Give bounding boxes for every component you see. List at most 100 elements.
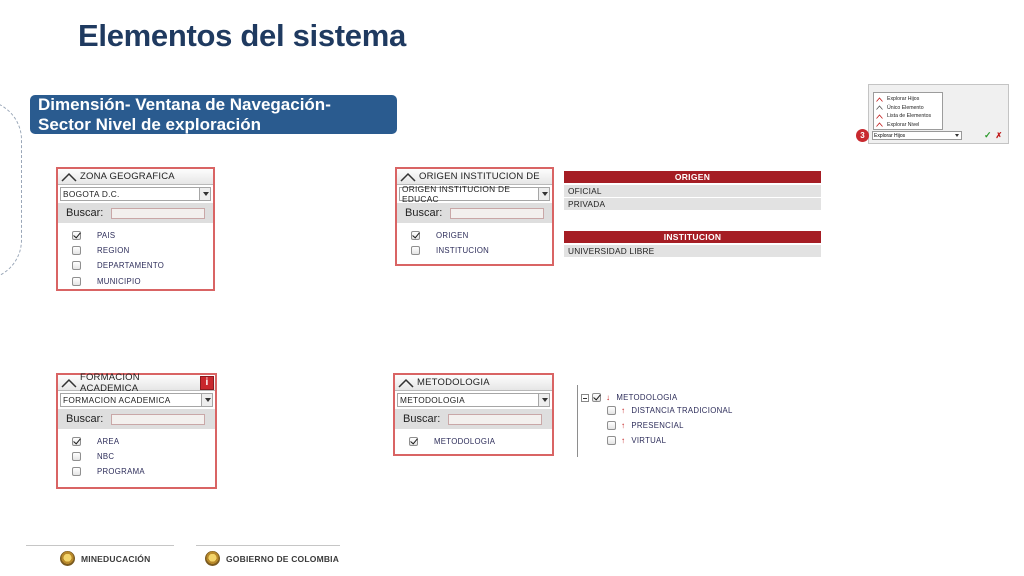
search-input[interactable]: [111, 207, 206, 219]
panel-title: ZONA GEOGRAFICA: [80, 171, 175, 182]
explore-toolbar: 3 Explorar Hijos ✓ ✗: [856, 129, 1008, 142]
checkbox[interactable]: [72, 231, 81, 241]
list-item[interactable]: PAIS: [72, 228, 213, 243]
search-label: Buscar:: [66, 207, 104, 219]
explore-menu-item[interactable]: Explorar Nivel: [876, 121, 942, 130]
panel-title: FORMACION ACADEMICA: [79, 371, 140, 394]
footer-mineducacion: MINEDUCACIÓN: [60, 551, 150, 566]
list-item[interactable]: NBC: [72, 449, 215, 464]
list-item[interactable]: ORIGEN: [411, 228, 552, 243]
info-icon[interactable]: i: [200, 375, 214, 390]
explore-icon[interactable]: [61, 172, 77, 182]
checkbox[interactable]: [411, 231, 420, 241]
checkbox[interactable]: [72, 437, 81, 447]
explore-select[interactable]: Explorar Hijos: [872, 131, 962, 140]
search-input[interactable]: [111, 413, 206, 425]
chevron-down-icon[interactable]: [538, 188, 549, 200]
checkbox[interactable]: [72, 452, 81, 462]
panel-header: ZONA GEOGRAFICA: [58, 169, 213, 185]
institucion-table: INSTITUCION UNIVERSIDAD LIBRE: [564, 231, 821, 258]
search-row: Buscar:: [397, 203, 552, 223]
explore-icon: [876, 105, 883, 110]
panel-title: ORIGEN INSTITUCION DE: [419, 171, 540, 182]
checkbox[interactable]: [607, 436, 616, 445]
arrow-down-icon: ↓: [606, 393, 611, 402]
level-select[interactable]: ORIGEN INSTITUCION DE EDUCAC: [399, 184, 550, 204]
chevron-down-icon[interactable]: [538, 394, 549, 406]
search-row: Buscar:: [395, 409, 552, 429]
confirm-check-icon[interactable]: ✓: [984, 130, 992, 141]
panel-header: FORMACION ACADEMICA i: [58, 371, 215, 394]
panel-formacion-academica: FORMACION ACADEMICA i FORMACION ACADEMIC…: [56, 371, 217, 489]
page-title: Elementos del sistema: [78, 18, 406, 53]
explore-icon: [876, 97, 883, 102]
chevron-down-icon[interactable]: [199, 188, 210, 200]
list-item[interactable]: MUNICIPIO: [72, 274, 213, 289]
table-row[interactable]: OFICIAL: [564, 185, 821, 198]
panel-origen-institucion: ORIGEN INSTITUCION DE ORIGEN INSTITUCION…: [395, 167, 554, 266]
subtitle-line-1: Dimensión- Ventana de Navegación-: [38, 95, 331, 114]
explore-menu: Explorar Hijos Único Elemento Lista de E…: [873, 92, 943, 130]
checkbox[interactable]: [409, 437, 418, 447]
list-item[interactable]: INSTITUCION: [411, 243, 552, 258]
footer-divider: [196, 545, 340, 546]
tree-node[interactable]: ↑ VIRTUAL: [607, 436, 666, 445]
explore-icon[interactable]: [400, 172, 416, 182]
panel-title: METODOLOGIA: [417, 377, 490, 388]
explore-menu-item[interactable]: Explorar Hijos: [876, 95, 942, 104]
explore-icon[interactable]: [61, 378, 77, 388]
level-list: METODOLOGIA: [395, 429, 552, 449]
panel-header: ORIGEN INSTITUCION DE: [397, 169, 552, 185]
chevron-down-icon[interactable]: [201, 394, 212, 406]
list-item[interactable]: PROGRAMA: [72, 464, 215, 479]
level-select[interactable]: METODOLOGIA: [397, 393, 550, 407]
checkbox[interactable]: [592, 393, 601, 402]
explore-icon: [876, 114, 883, 119]
explore-menu-item[interactable]: Lista de Elementos: [876, 112, 942, 121]
arrow-up-icon: ↑: [621, 406, 626, 415]
metodologia-tree: ↓ METODOLOGIA ↑ DISTANCIA TRADICIONAL ↑ …: [577, 385, 767, 457]
explore-menu-item[interactable]: Único Elemento: [876, 104, 942, 113]
cancel-x-icon[interactable]: ✗: [996, 131, 1003, 140]
level-select[interactable]: FORMACION ACADEMICA: [60, 393, 213, 407]
step-badge: 3: [856, 129, 869, 142]
checkbox[interactable]: [72, 467, 81, 477]
search-label: Buscar:: [66, 413, 104, 425]
level-select[interactable]: BOGOTA D.C.: [60, 187, 211, 201]
list-item[interactable]: AREA: [72, 434, 215, 449]
list-item[interactable]: DEPARTAMENTO: [72, 258, 213, 273]
list-item[interactable]: METODOLOGIA: [409, 434, 552, 449]
level-list: ORIGEN INSTITUCION: [397, 223, 552, 258]
checkbox[interactable]: [72, 246, 81, 256]
table-row[interactable]: UNIVERSIDAD LIBRE: [564, 245, 821, 258]
search-label: Buscar:: [403, 413, 441, 425]
checkbox[interactable]: [607, 406, 616, 415]
arrow-up-icon: ↑: [621, 421, 626, 430]
decorative-dashed-curve: [0, 100, 22, 280]
arrow-up-icon: ↑: [621, 436, 626, 445]
origen-table: ORIGEN OFICIAL PRIVADA: [564, 171, 821, 211]
level-list: AREA NBC PROGRAMA: [58, 429, 215, 480]
coat-of-arms-icon: [60, 551, 75, 566]
search-input[interactable]: [450, 207, 545, 219]
collapse-icon[interactable]: [581, 393, 589, 402]
panel-zona-geografica: ZONA GEOGRAFICA BOGOTA D.C. Buscar: PAIS…: [56, 167, 215, 291]
checkbox[interactable]: [411, 246, 420, 256]
tree-root[interactable]: ↓ METODOLOGIA: [581, 393, 678, 402]
list-item[interactable]: REGION: [72, 243, 213, 258]
checkbox[interactable]: [607, 421, 616, 430]
checkbox[interactable]: [72, 276, 81, 286]
footer-divider: [26, 545, 174, 546]
search-input[interactable]: [448, 413, 543, 425]
search-row: Buscar:: [58, 409, 215, 429]
subtitle-box: Dimensión- Ventana de Navegación- Sector…: [30, 95, 397, 134]
search-label: Buscar:: [405, 207, 443, 219]
checkbox[interactable]: [72, 261, 81, 271]
tree-node[interactable]: ↑ DISTANCIA TRADICIONAL: [607, 406, 733, 415]
panel-metodologia: METODOLOGIA METODOLOGIA Buscar: METODOLO…: [393, 373, 554, 456]
explore-icon: [876, 122, 883, 127]
subtitle-line-2: Sector Nivel de exploración: [38, 115, 261, 134]
table-row[interactable]: PRIVADA: [564, 198, 821, 211]
tree-node[interactable]: ↑ PRESENCIAL: [607, 421, 684, 430]
explore-icon[interactable]: [398, 378, 414, 388]
